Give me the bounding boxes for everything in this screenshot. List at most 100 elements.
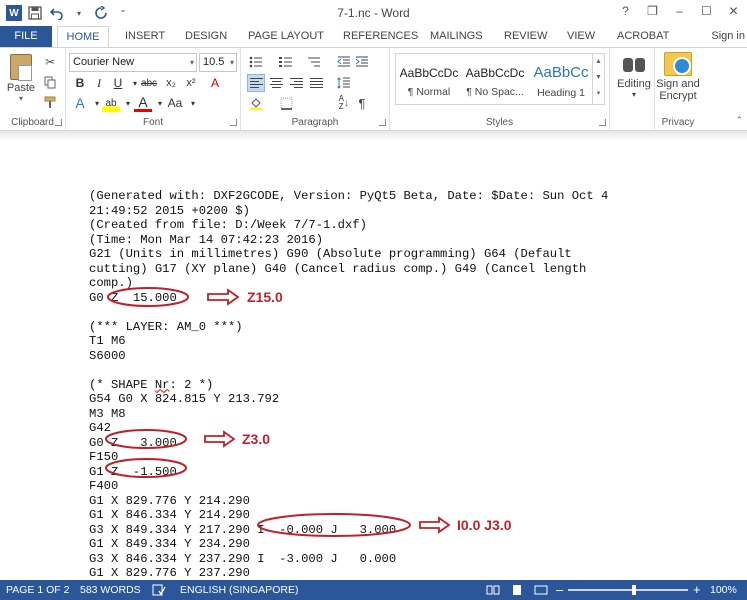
title-bar: W ▾ ⁼ 7-1.nc - Word ? ❐ – ☐ ✕	[0, 0, 747, 26]
arrow-icon	[419, 516, 451, 534]
chevron-up-icon[interactable]: ▲	[593, 54, 604, 70]
line-spacing-icon[interactable]	[335, 74, 353, 92]
paragraph-launcher-icon[interactable]	[379, 119, 386, 126]
style-no-spacing-preview: AaBbCcDc	[465, 66, 525, 80]
tab-insert[interactable]: INSERT	[125, 26, 165, 47]
zoom-slider[interactable]	[568, 589, 688, 591]
underline-button[interactable]: U	[109, 74, 127, 92]
superscript-button[interactable]: x²	[182, 74, 200, 92]
align-right-icon[interactable]	[287, 74, 305, 92]
maximize-button[interactable]: ☐	[693, 0, 720, 22]
tab-file[interactable]: FILE	[0, 26, 52, 47]
tab-home[interactable]: HOME	[57, 26, 109, 48]
sign-and-encrypt-button[interactable]: Sign and Encrypt	[655, 52, 701, 102]
font-family-value: Courier New	[73, 56, 135, 68]
shading-icon[interactable]	[247, 94, 265, 112]
style-no-spacing[interactable]: AaBbCcDc ¶ No Spac...	[462, 54, 528, 104]
align-left-icon[interactable]	[247, 74, 265, 92]
paste-label: Paste	[6, 82, 36, 94]
page-count[interactable]: PAGE 1 OF 2	[6, 580, 69, 600]
tab-page-layout[interactable]: PAGE LAYOUT	[248, 26, 324, 47]
align-center-icon[interactable]	[267, 74, 285, 92]
web-layout-icon[interactable]	[534, 580, 548, 600]
style-normal-name: ¶ Normal	[407, 86, 451, 98]
language-indicator[interactable]: ENGLISH (SINGAPORE)	[180, 580, 298, 600]
tab-references[interactable]: REFERENCES	[343, 26, 418, 47]
collapse-ribbon-icon[interactable]: ⌃	[735, 115, 743, 126]
format-painter-icon[interactable]	[42, 94, 58, 110]
highlight-ellipse-z3	[105, 429, 187, 449]
cut-icon[interactable]: ✂	[42, 54, 58, 70]
bullets-icon[interactable]	[247, 53, 265, 71]
tab-acrobat[interactable]: ACROBAT	[617, 26, 669, 47]
clear-formatting-button[interactable]: A	[206, 74, 224, 92]
word-count[interactable]: 583 WORDS	[80, 580, 141, 600]
paragraph-group: A Z ↓ ¶ Paragraph	[241, 48, 390, 130]
style-normal-preview: AaBbCcDc	[399, 66, 459, 80]
bold-button[interactable]: B	[71, 74, 89, 92]
change-case-button[interactable]: Aa	[166, 94, 184, 112]
ribbon-display-options-button[interactable]: ❐	[639, 0, 666, 22]
chevron-down-icon[interactable]: ▾	[184, 94, 202, 112]
tab-view[interactable]: VIEW	[567, 26, 595, 47]
decrease-indent-icon[interactable]	[335, 53, 353, 71]
chevron-down-icon: ▾	[229, 58, 234, 67]
tab-mailings[interactable]: MAILINGS	[430, 26, 483, 47]
copy-icon[interactable]	[42, 74, 58, 90]
font-color-button[interactable]: A	[134, 94, 152, 112]
help-button[interactable]: ?	[612, 0, 639, 22]
styles-scroll[interactable]: ▲ ▼ ▾	[592, 54, 604, 104]
more-styles-icon[interactable]: ▾	[593, 86, 604, 102]
italic-button[interactable]: I	[90, 74, 108, 92]
show-formatting-marks-button[interactable]: ¶	[353, 94, 371, 112]
arrow-icon	[207, 288, 240, 306]
clipboard-group: Paste ▾ ✂ Clipboard	[0, 48, 66, 130]
highlight-ellipse-z-neg	[105, 458, 187, 478]
font-size-select[interactable]: 10.5 ▾	[199, 53, 237, 72]
sign-in-link[interactable]: Sign in	[711, 26, 745, 47]
styles-gallery: AaBbCcDc ¶ Normal AaBbCcDc ¶ No Spac... …	[395, 53, 605, 105]
highlight-button[interactable]: ab	[102, 94, 120, 112]
increase-indent-icon[interactable]	[353, 53, 371, 71]
subscript-button[interactable]: x₂	[162, 74, 180, 92]
justify-icon[interactable]	[307, 74, 325, 92]
clipboard-launcher-icon[interactable]	[55, 119, 62, 126]
style-normal[interactable]: AaBbCcDc ¶ Normal	[396, 54, 462, 104]
font-family-select[interactable]: Courier New ▾	[69, 53, 197, 72]
annotation-layer	[105, 287, 451, 537]
editing-button[interactable]: Editing ▾	[614, 52, 654, 99]
borders-icon[interactable]	[277, 94, 295, 112]
paragraph-group-label: Paragraph	[291, 117, 339, 128]
zoom-in-button[interactable]: +	[693, 580, 701, 600]
paste-button[interactable]: Paste ▾	[4, 54, 38, 104]
font-launcher-icon[interactable]	[230, 119, 237, 126]
ribbon-tabs: FILE HOME INSERT DESIGN PAGE LAYOUT REFE…	[0, 26, 747, 48]
style-heading-1[interactable]: AaBbCc Heading 1	[528, 54, 594, 104]
strikethrough-button[interactable]: abc	[140, 74, 158, 92]
read-mode-icon[interactable]	[486, 580, 500, 600]
document-page[interactable]: (Generated with: DXF2GCODE, Version: PyQ…	[0, 131, 747, 580]
zoom-slider-thumb[interactable]	[632, 585, 636, 595]
editing-group: Editing ▾	[610, 48, 655, 130]
highlight-ellipse-z15	[107, 287, 189, 307]
tab-design[interactable]: DESIGN	[185, 26, 227, 47]
styles-launcher-icon[interactable]	[599, 119, 606, 126]
sort-icon[interactable]: A Z ↓	[335, 94, 353, 112]
minimize-button[interactable]: –	[666, 0, 693, 22]
tab-review[interactable]: REVIEW	[504, 26, 547, 47]
zoom-out-button[interactable]: –	[556, 580, 563, 600]
zoom-level[interactable]: 100%	[710, 580, 737, 600]
document-area[interactable]: (Generated with: DXF2GCODE, Version: PyQ…	[0, 131, 747, 580]
styles-group-label: Styles	[485, 117, 514, 128]
chevron-down-icon[interactable]: ▼	[593, 70, 604, 86]
proofing-icon[interactable]	[152, 580, 166, 600]
text-effects-button[interactable]: A	[71, 94, 89, 112]
close-button[interactable]: ✕	[720, 0, 747, 22]
numbering-icon[interactable]	[277, 53, 295, 71]
multilevel-list-icon[interactable]	[305, 53, 323, 71]
status-bar: PAGE 1 OF 2 583 WORDS ENGLISH (SINGAPORE…	[0, 580, 747, 600]
annotation-ij: I0.0 J3.0	[457, 517, 512, 533]
highlight-ellipse-ij	[257, 513, 411, 537]
print-layout-icon[interactable]	[510, 580, 524, 600]
privacy-group-label: Privacy	[661, 117, 695, 128]
